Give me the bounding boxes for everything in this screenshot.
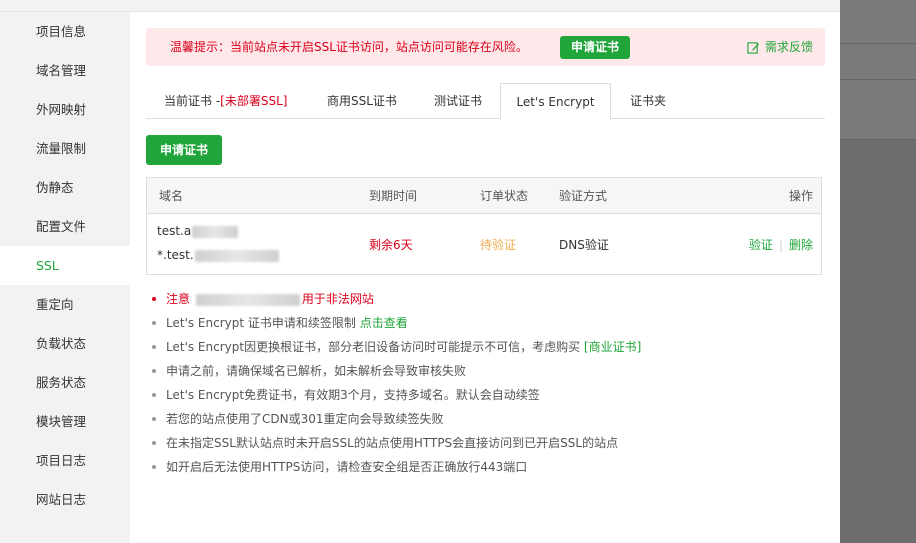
list-item: Let's Encrypt因更换根证书，部分老旧设备访问时可能提示不可信，考虑购…	[150, 335, 820, 359]
list-item: 在未指定SSL默认站点时未开启SSL的站点使用HTTPS会直接访问到已开启SSL…	[150, 431, 820, 455]
sidebar-item-port-mapping[interactable]: 外网映射	[0, 90, 130, 129]
expire-cell: 剩余6天	[369, 238, 413, 252]
column-expire: 到期时间	[369, 189, 418, 203]
sidebar-item-redirect[interactable]: 重定向	[0, 285, 130, 324]
sidebar-item-module-management[interactable]: 模块管理	[0, 402, 130, 441]
alert-text: 温馨提示：当前站点未开启SSL证书访问，站点访问可能存在风险。	[170, 40, 528, 54]
sidebar-item-load-status[interactable]: 负载状态	[0, 324, 130, 363]
list-item: 若您的站点使用了CDN或301重定向会导致续签失败	[150, 407, 820, 431]
rate-limit-link[interactable]: 点击查看	[360, 316, 408, 330]
dialog-titlebar	[0, 0, 840, 12]
note-text: Let's Encrypt 证书申请和续签限制	[166, 316, 360, 330]
note-text: Let's Encrypt因更换根证书，部分老旧设备访问时可能提示不可信，考虑购…	[166, 340, 584, 354]
tab-current-cert[interactable]: 当前证书 -[未部署SSL]	[164, 83, 287, 119]
sidebar-item-ssl[interactable]: SSL	[0, 246, 130, 285]
note-text: 在未指定SSL默认站点时未开启SSL的站点使用HTTPS会直接访问到已开启SSL…	[166, 436, 619, 450]
status-cell: 待验证	[480, 238, 517, 252]
sidebar-item-service-status[interactable]: 服务状态	[0, 363, 130, 402]
tab-test-cert[interactable]: 测试证书	[434, 83, 482, 119]
domain-cell-1: test.a	[157, 224, 239, 238]
ssl-panel: 温馨提示：当前站点未开启SSL证书访问，站点访问可能存在风险。 申请证书 需求反…	[130, 12, 840, 543]
redacted-block	[192, 225, 239, 238]
edit-icon	[747, 41, 760, 54]
note-warn-suffix: 用于非法网站	[301, 292, 374, 306]
note-text: 申请之前，请确保域名已解析，如未解析会导致审核失败	[166, 364, 467, 378]
list-item: 注意 用于非法网站	[150, 287, 820, 311]
list-item: 申请之前，请确保域名已解析，如未解析会导致审核失败	[150, 359, 820, 383]
sidebar-item-config-file[interactable]: 配置文件	[0, 207, 130, 246]
column-status: 订单状态	[480, 189, 529, 203]
feedback-label: 需求反馈	[764, 40, 813, 54]
background-bar	[840, 80, 916, 140]
note-warn-prefix: 注意	[166, 292, 191, 306]
divider: |	[778, 238, 783, 252]
ssl-warning-alert: 温馨提示：当前站点未开启SSL证书访问，站点访问可能存在风险。 申请证书 需求反…	[146, 28, 825, 66]
sidebar-item-traffic-limit[interactable]: 流量限制	[0, 129, 130, 168]
tab-commercial-ssl[interactable]: 商用SSL证书	[327, 83, 397, 119]
sidebar-item-domain[interactable]: 域名管理	[0, 51, 130, 90]
list-item: Let's Encrypt免费证书，有效期3个月，支持多域名。默认会自动续签	[150, 383, 820, 407]
table-header: 域名 到期时间 订单状态 验证方式 操作	[147, 178, 821, 214]
delete-link[interactable]: 删除	[789, 238, 813, 252]
tab-cert-folder[interactable]: 证书夹	[630, 83, 666, 119]
background-overlay	[840, 0, 916, 543]
notes-list: 注意 用于非法网站 Let's Encrypt 证书申请和续签限制 点击查看 L…	[150, 287, 820, 479]
sidebar-item-project-log[interactable]: 项目日志	[0, 441, 130, 480]
domain-cell-2: *.test.	[157, 248, 279, 262]
sidebar-item-rewrite[interactable]: 伪静态	[0, 168, 130, 207]
note-text: 如开启后无法使用HTTPS访问，请检查安全组是否正确放行443端口	[166, 460, 528, 474]
column-verify: 验证方式	[559, 189, 608, 203]
verify-link[interactable]: 验证	[749, 238, 773, 252]
verify-cell: DNS验证	[559, 238, 609, 252]
note-text: 若您的站点使用了CDN或301重定向会导致续签失败	[166, 412, 444, 426]
alert-apply-cert-button[interactable]: 申请证书	[560, 36, 631, 59]
commercial-cert-link[interactable]: [商业证书]	[584, 340, 641, 354]
domain-text: *.test.	[157, 248, 194, 262]
redacted-block	[194, 249, 279, 262]
sidebar: 项目信息 域名管理 外网映射 流量限制 伪静态 配置文件 SSL 重定向 负载状…	[0, 12, 130, 543]
background-bar	[840, 44, 916, 80]
domain-text: test.a	[157, 224, 192, 238]
column-ops: 操作	[788, 189, 813, 203]
site-settings-dialog: 项目信息 域名管理 外网映射 流量限制 伪静态 配置文件 SSL 重定向 负载状…	[0, 0, 840, 543]
redacted-block	[195, 293, 300, 306]
tab-letsencrypt[interactable]: Let's Encrypt	[500, 83, 611, 120]
list-item: Let's Encrypt 证书申请和续签限制 点击查看	[150, 311, 820, 335]
ops-cell: 验证 | 删除	[749, 236, 813, 253]
tab-current-cert-status: [未部署SSL]	[220, 94, 288, 108]
feedback-link[interactable]: 需求反馈	[747, 28, 813, 66]
apply-cert-button[interactable]: 申请证书	[146, 135, 223, 165]
sidebar-item-project-info[interactable]: 项目信息	[0, 12, 130, 51]
table-row: test.a *.test. 剩余6天 待验证 DNS验证 验证 | 删除	[147, 214, 821, 274]
note-text: Let's Encrypt免费证书，有效期3个月，支持多域名。默认会自动续签	[166, 388, 540, 402]
tab-current-cert-label: 当前证书 -	[164, 94, 221, 108]
column-domain: 域名	[159, 189, 184, 203]
sidebar-item-site-log[interactable]: 网站日志	[0, 480, 130, 519]
cert-order-table: 域名 到期时间 订单状态 验证方式 操作 test.a *.test. 剩余6天…	[146, 177, 822, 275]
background-bar	[840, 0, 916, 44]
ssl-tabs: 当前证书 -[未部署SSL] 商用SSL证书 测试证书 Let's Encryp…	[146, 83, 825, 120]
list-item: 如开启后无法使用HTTPS访问，请检查安全组是否正确放行443端口	[150, 455, 820, 479]
